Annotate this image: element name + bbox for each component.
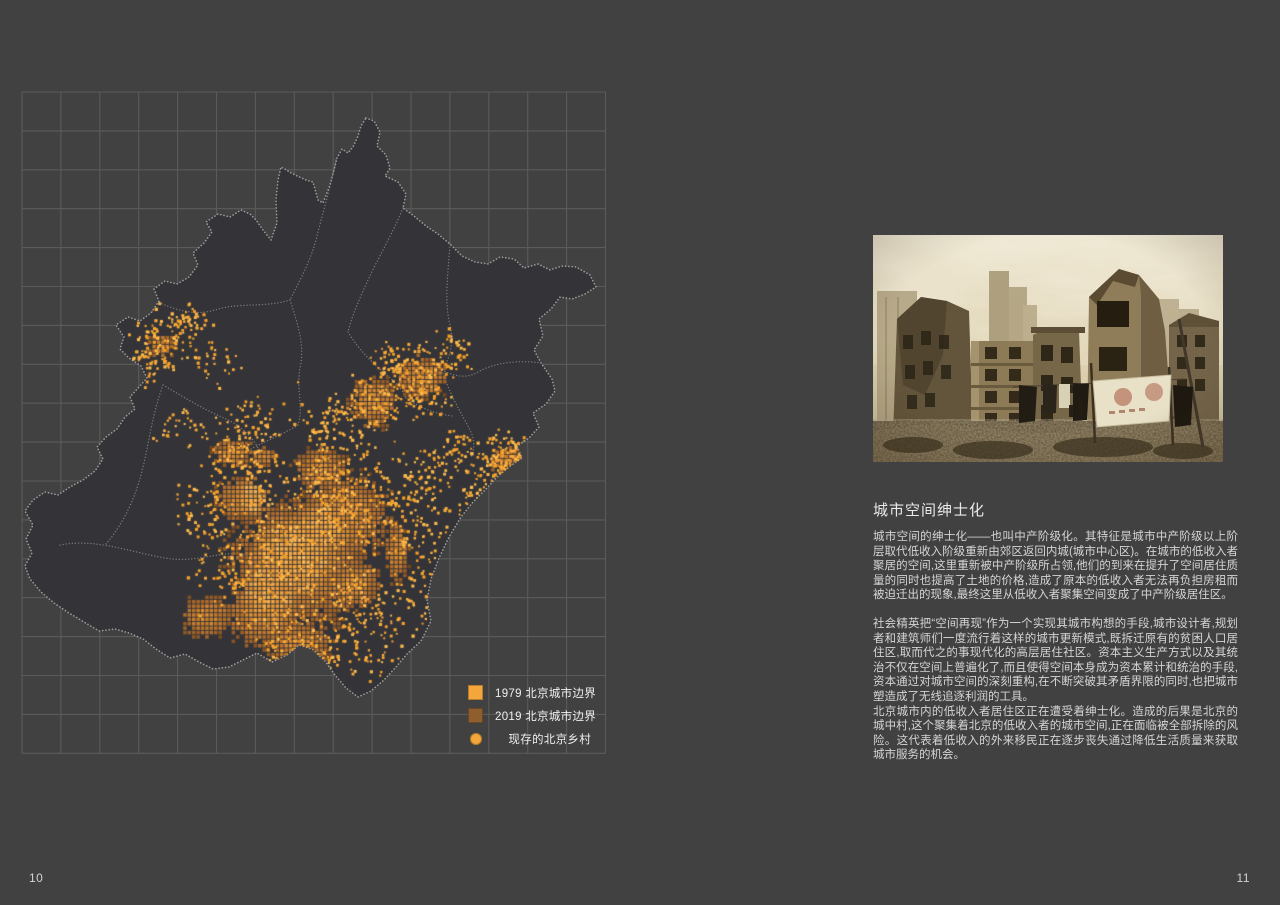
legend-swatch-2019-square xyxy=(468,708,483,723)
legend-label-2019: 2019 北京城市边界 xyxy=(495,710,597,723)
page-number-left: 10 xyxy=(29,871,44,885)
legend-item-2019: 2019 北京城市边界 xyxy=(468,704,597,727)
article-paragraph-3: 北京城市内的低收入者居住区正在遭受着绅士化。造成的后果是北京的城中村,这个聚集着… xyxy=(873,705,1238,762)
article-title: 城市空间绅士化 xyxy=(873,502,986,519)
legend-item-villages: 现存的北京乡村 xyxy=(468,727,591,750)
legend-swatch-1979-square xyxy=(468,685,483,700)
article-column: 城市空间绅士化 城市空间的绅士化——也叫中产阶级化。其特征是城市中产阶级以上阶层… xyxy=(873,235,1238,763)
photo-vignette xyxy=(873,235,1223,462)
article-paragraph-1: 城市空间的绅士化——也叫中产阶级化。其特征是城市中产阶级以上阶层取代低收入阶级重… xyxy=(873,531,1238,602)
legend-swatch-village-circle xyxy=(470,732,482,745)
legend-label-1979: 1979 北京城市边界 xyxy=(495,687,597,700)
demolition-photo xyxy=(873,235,1223,462)
page-number-right: 11 xyxy=(1236,871,1250,885)
map-legend: 1979 北京城市边界 2019 北京城市边界 现存的北京乡村 xyxy=(468,681,597,750)
article-paragraph-2: 社会精英把“空间再现”作为一个实现其城市构想的手段,城市设计者,规划者和建筑师们… xyxy=(873,617,1238,703)
legend-label-villages: 现存的北京乡村 xyxy=(508,733,591,746)
legend-item-1979: 1979 北京城市边界 xyxy=(468,681,597,704)
portfolio-spread: { "page": { "background_color": "#414141… xyxy=(0,0,1280,905)
